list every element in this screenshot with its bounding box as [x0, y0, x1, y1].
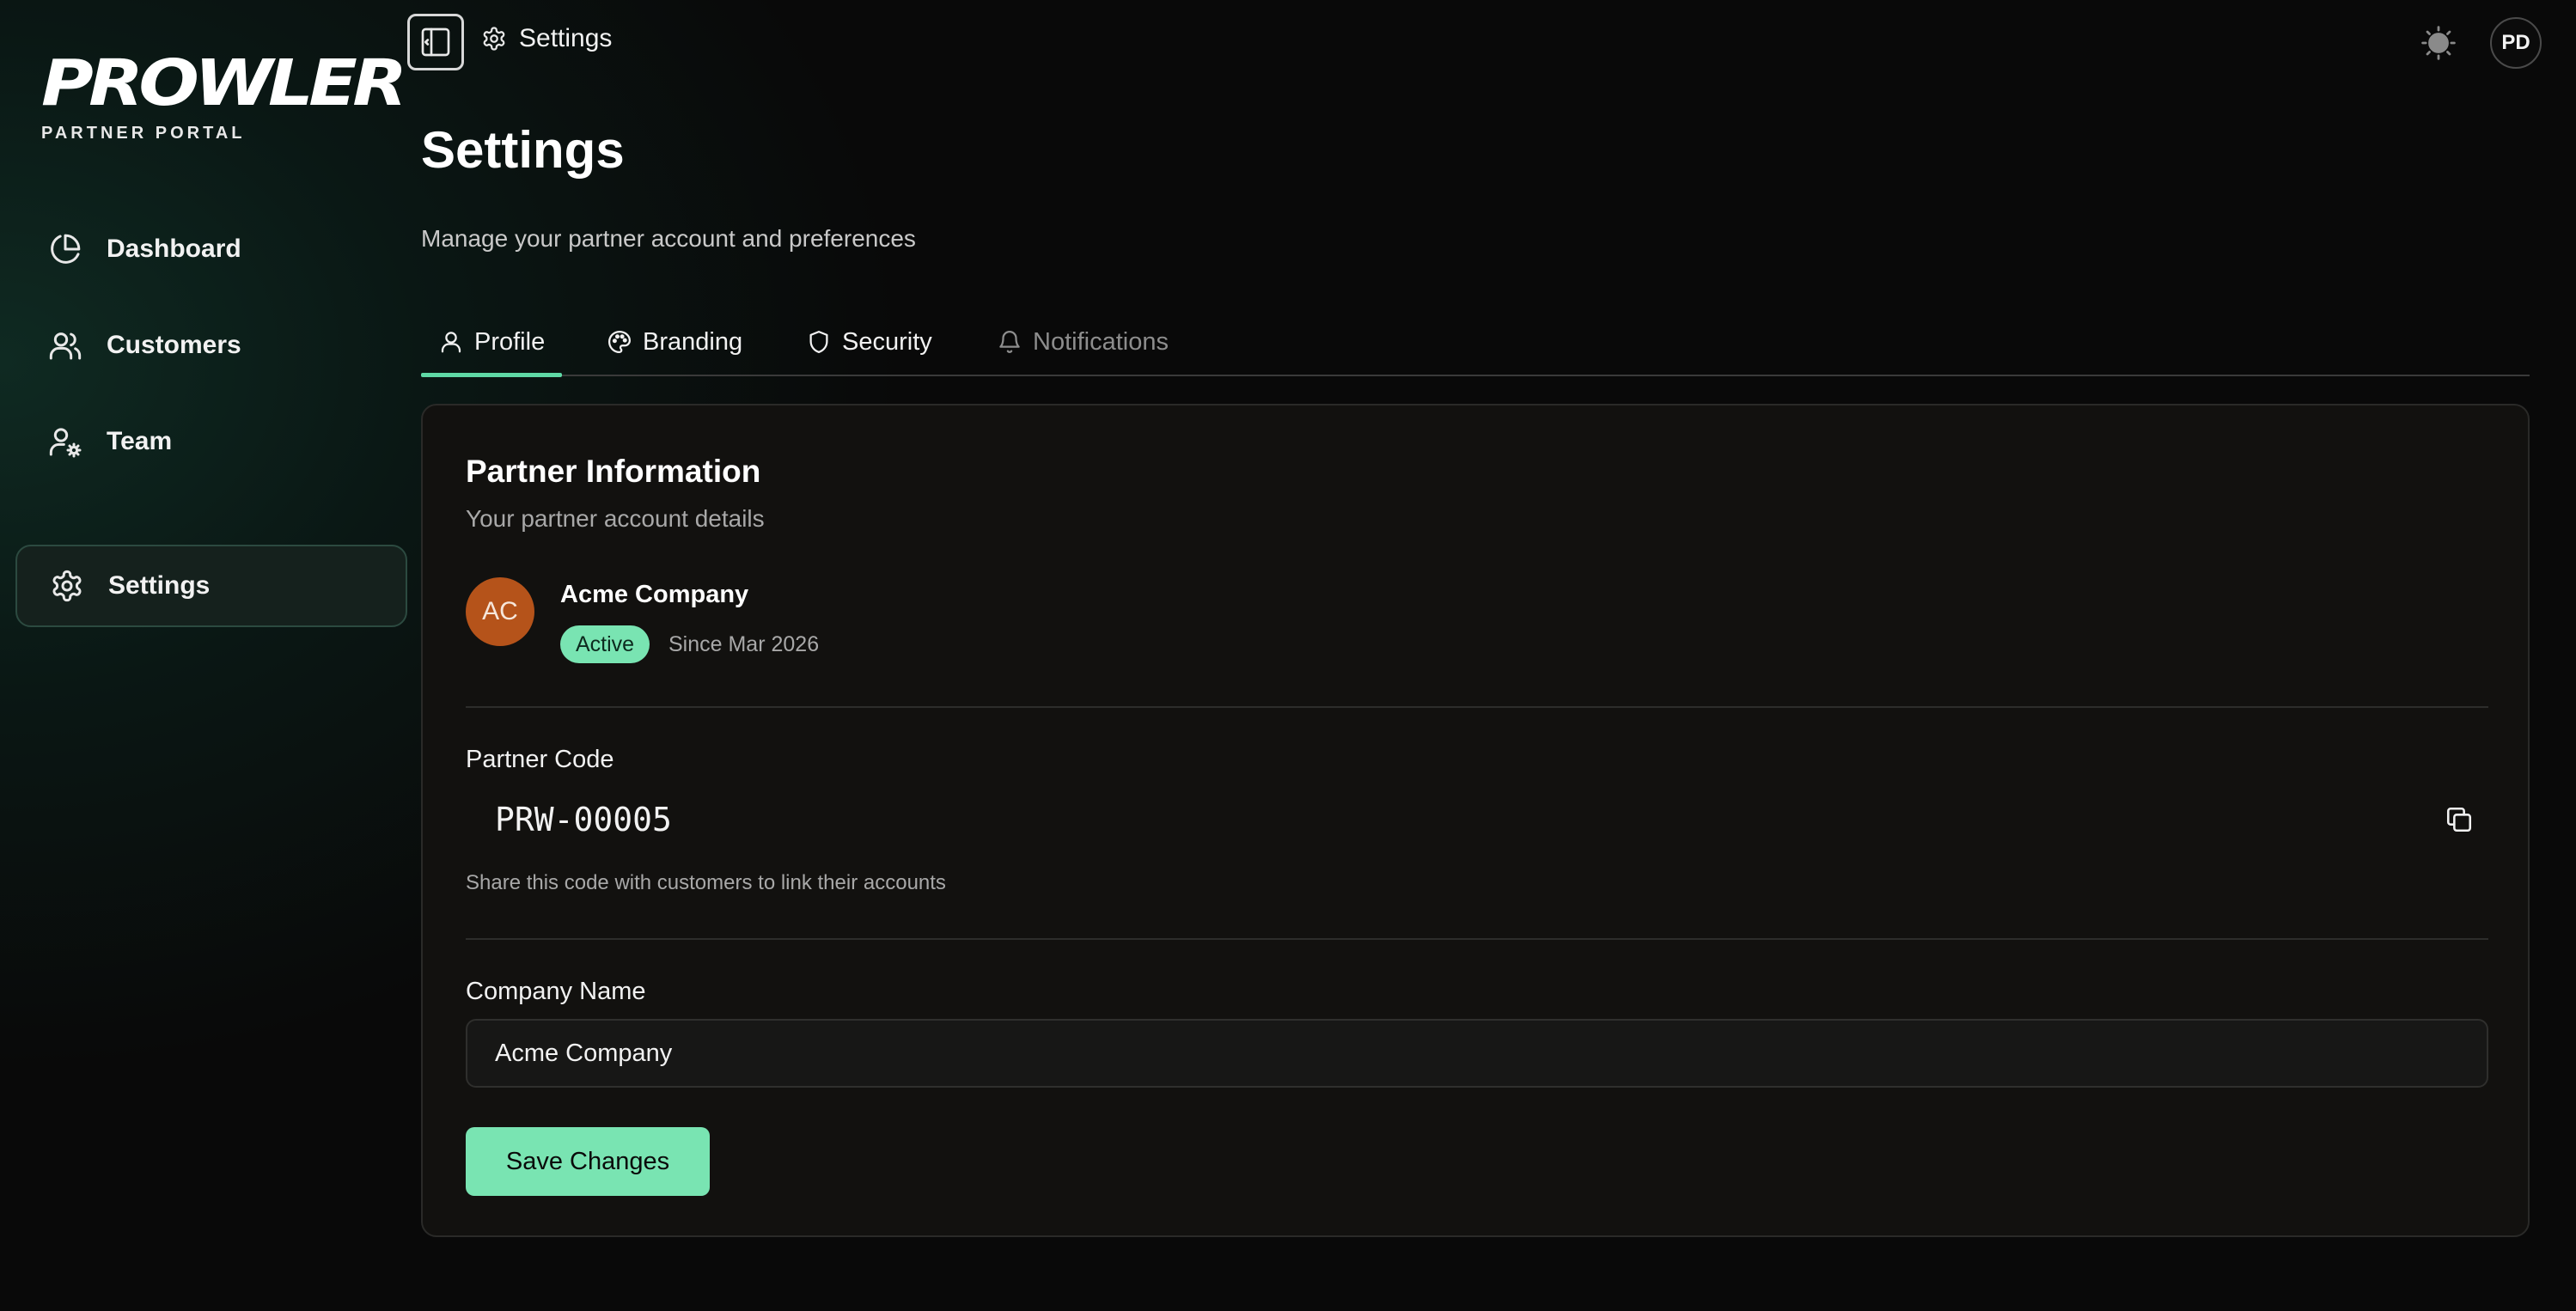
user-icon — [438, 329, 464, 355]
sidebar-item-label: Customers — [107, 331, 241, 359]
copy-code-button[interactable] — [2442, 802, 2476, 837]
partner-code-hint: Share this code with customers to link t… — [466, 871, 946, 894]
org-name: Acme Company — [560, 581, 749, 608]
company-name-input[interactable] — [466, 1019, 2488, 1088]
sun-icon — [2420, 25, 2457, 61]
tab-notifications[interactable]: Notifications — [997, 309, 1169, 375]
tab-label: Branding — [643, 327, 743, 356]
pie-chart-icon — [46, 230, 84, 268]
brand-name: PROWLER — [41, 46, 407, 120]
card-title: Partner Information — [466, 454, 761, 489]
user-avatar-button[interactable]: PD — [2490, 17, 2542, 69]
divider — [466, 706, 2488, 708]
sidebar-item-dashboard[interactable]: Dashboard — [15, 210, 404, 289]
tab-profile[interactable]: Profile — [421, 309, 563, 377]
breadcrumb: Settings — [481, 24, 612, 53]
save-changes-button[interactable]: Save Changes — [466, 1127, 710, 1196]
tab-label: Profile — [474, 327, 546, 356]
page-title: Settings — [421, 121, 625, 179]
breadcrumb-current: Settings — [519, 24, 613, 52]
gear-icon — [481, 26, 507, 52]
user-cog-icon — [46, 423, 84, 460]
company-name-label: Company Name — [466, 978, 646, 1005]
brand-subtitle: PARTNER PORTAL — [41, 124, 246, 143]
brand-logo[interactable]: PROWLER PARTNER PORTAL — [41, 52, 407, 143]
org-avatar: AC — [466, 577, 534, 646]
tab-label: Security — [842, 327, 932, 356]
gear-icon — [48, 567, 86, 605]
sidebar-item-team[interactable]: Team — [15, 402, 404, 481]
sidebar: PROWLER PARTNER PORTAL Dashboard Custome… — [0, 0, 412, 1311]
sidebar-item-customers[interactable]: Customers — [15, 306, 404, 385]
users-icon — [46, 326, 84, 364]
sidebar-item-label: Dashboard — [107, 235, 241, 263]
sidebar-item-settings[interactable]: Settings — [15, 545, 407, 627]
sidebar-item-label: Team — [107, 427, 173, 455]
tab-security[interactable]: Security — [806, 309, 932, 375]
partner-code-value: PRW-00005 — [495, 801, 672, 838]
theme-toggle-button[interactable] — [2420, 24, 2457, 62]
bell-icon — [997, 329, 1022, 355]
card-subtitle: Your partner account details — [466, 505, 765, 532]
partner-code-label: Partner Code — [466, 746, 614, 773]
divider — [466, 938, 2488, 940]
tab-branding[interactable]: Branding — [607, 309, 742, 375]
sidebar-toggle-button[interactable] — [407, 14, 464, 70]
settings-tabs: Profile Branding Security Notifications — [421, 309, 2530, 377]
member-since: Since Mar 2026 — [668, 632, 820, 656]
sidebar-item-label: Settings — [108, 571, 211, 600]
copy-icon — [2445, 805, 2474, 834]
palette-icon — [607, 329, 632, 355]
panel-left-icon — [418, 25, 453, 59]
tab-label: Notifications — [1033, 327, 1169, 356]
partner-information-card: Partner Information Your partner account… — [421, 404, 2530, 1237]
shield-icon — [806, 329, 832, 355]
page-subtitle: Manage your partner account and preferen… — [421, 225, 916, 252]
status-badge: Active — [560, 625, 650, 663]
